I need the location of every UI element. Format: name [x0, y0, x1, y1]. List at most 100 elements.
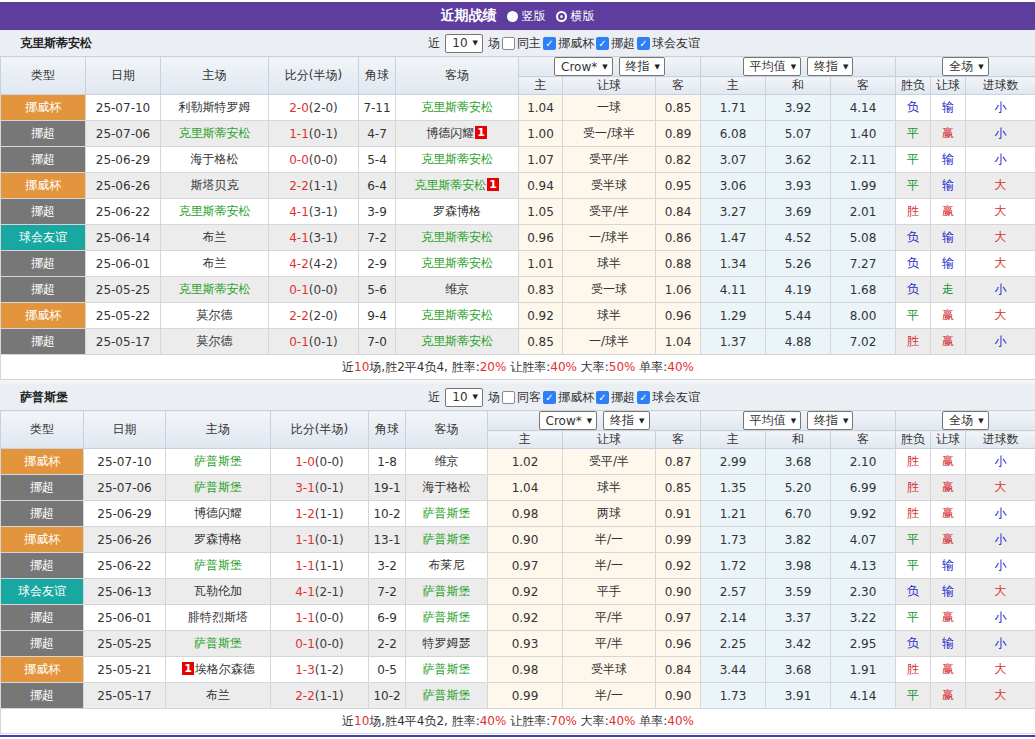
home-team-name[interactable]: 瓦勒伦加 — [194, 584, 242, 598]
away-team-name[interactable]: 克里斯蒂安松 — [421, 334, 493, 348]
home-team-cell: 布兰 — [161, 225, 269, 251]
away-team-cell: 萨普斯堡 — [406, 527, 488, 553]
matches-select[interactable]: 10▼ — [445, 34, 483, 53]
full-score: 4-2 — [289, 257, 309, 271]
avg-away-odds: 2.10 — [831, 449, 896, 475]
away-team-name[interactable]: 克里斯蒂安松 — [421, 152, 493, 166]
home-team-name[interactable]: 克里斯蒂安松 — [179, 282, 251, 296]
avg-draw-odds: 3.59 — [766, 579, 831, 605]
home-team-name[interactable]: 克里斯蒂安松 — [179, 204, 251, 218]
summary-segment: 单率: — [635, 714, 667, 728]
handicap-home-odds: 0.93 — [488, 631, 563, 657]
away-team-name[interactable]: 萨普斯堡 — [423, 506, 471, 520]
league-filter-checkbox[interactable]: ✓ — [596, 37, 609, 50]
home-team-name[interactable]: 腓特烈斯塔 — [188, 610, 248, 624]
radio-vertical-label: 竖版 — [522, 8, 546, 25]
league-filter-label: 挪威杯 — [558, 389, 594, 406]
home-team-name[interactable]: 萨普斯堡 — [194, 454, 242, 468]
league-filter-checkbox[interactable]: ✓ — [596, 391, 609, 404]
away-team-name[interactable]: 海于格松 — [423, 480, 471, 494]
radio-vertical-icon[interactable] — [507, 11, 518, 22]
odds-stage-select[interactable]: 终指▼ — [603, 411, 649, 430]
league-filter-checkbox[interactable]: ✓ — [543, 391, 556, 404]
matches-select[interactable]: 10▼ — [445, 388, 483, 407]
away-team-name[interactable]: 萨普斯堡 — [423, 662, 471, 676]
radio-vertical[interactable]: 竖版 — [507, 8, 546, 25]
home-team-name[interactable]: 埃格尔森德 — [195, 662, 255, 676]
odds-stage-select2[interactable]: 终指▼ — [807, 57, 853, 76]
radio-horizontal-icon[interactable] — [556, 11, 567, 22]
half-score: (2-1) — [315, 585, 344, 599]
period-select[interactable]: 全场▼ — [942, 57, 988, 76]
half-score: (1-1) — [315, 559, 344, 573]
same-venue-checkbox[interactable] — [502, 37, 515, 50]
away-team-name[interactable]: 克里斯蒂安松 — [421, 100, 493, 114]
handicap-result: 赢 — [931, 475, 966, 501]
away-team-name[interactable]: 维京 — [435, 454, 459, 468]
away-team-name[interactable]: 布莱尼 — [429, 558, 465, 572]
avg-home-odds: 1.73 — [701, 527, 766, 553]
bookmaker-select-value: Crow* — [546, 414, 582, 428]
league-filter-checkbox[interactable]: ✓ — [637, 37, 650, 50]
away-team-name[interactable]: 克里斯蒂安松 — [421, 308, 493, 322]
away-team-name[interactable]: 萨普斯堡 — [423, 584, 471, 598]
full-score: 1-1 — [295, 559, 315, 573]
home-team-name[interactable]: 莫尔德 — [197, 308, 233, 322]
home-team-name[interactable]: 博德闪耀 — [194, 506, 242, 520]
away-team-name[interactable]: 萨普斯堡 — [423, 688, 471, 702]
average-select[interactable]: 平均值▼ — [743, 411, 801, 430]
chevron-down-icon: ▼ — [602, 63, 607, 71]
summary-segment: 让胜率: — [506, 360, 550, 374]
away-team-name[interactable]: 萨普斯堡 — [423, 532, 471, 546]
avg-draw-odds: 5.44 — [766, 303, 831, 329]
odds-stage-select2-value: 终指 — [814, 412, 838, 429]
goals-result: 大 — [966, 251, 1035, 277]
home-team-cell: 萨普斯堡 — [166, 475, 271, 501]
home-team-name[interactable]: 利勒斯特罗姆 — [179, 100, 251, 114]
home-team-name[interactable]: 克里斯蒂安松 — [179, 126, 251, 140]
away-team-name[interactable]: 维京 — [445, 282, 469, 296]
away-team-cell: 罗森博格 — [396, 199, 519, 225]
home-team-name[interactable]: 斯塔贝克 — [191, 178, 239, 192]
away-team-name[interactable]: 罗森博格 — [433, 204, 481, 218]
full-score: 2-2 — [289, 179, 309, 193]
bookmaker-select[interactable]: Crow*▼ — [539, 411, 598, 430]
corner-cell: 7-2 — [359, 225, 396, 251]
handicap-away-odds: 0.90 — [656, 683, 701, 709]
away-team-name[interactable]: 特罗姆瑟 — [423, 636, 471, 650]
avg-home-odds: 3.06 — [701, 173, 766, 199]
league-filter-checkbox[interactable]: ✓ — [637, 391, 650, 404]
home-team-name[interactable]: 萨普斯堡 — [194, 558, 242, 572]
half-score: (0-1) — [315, 481, 344, 495]
odds-stage-select[interactable]: 终指▼ — [619, 57, 665, 76]
away-team-cell: 克里斯蒂安松 — [396, 251, 519, 277]
same-venue-checkbox[interactable] — [502, 391, 515, 404]
score-cell: 1-2(1-1) — [271, 501, 369, 527]
home-team-name[interactable]: 萨普斯堡 — [194, 480, 242, 494]
home-team-name[interactable]: 布兰 — [203, 256, 227, 270]
average-select[interactable]: 平均值▼ — [743, 57, 801, 76]
bookmaker-select[interactable]: Crow*▼ — [554, 57, 613, 76]
home-team-name[interactable]: 萨普斯堡 — [194, 636, 242, 650]
home-team-name[interactable]: 布兰 — [203, 230, 227, 244]
away-team-name[interactable]: 克里斯蒂安松 — [421, 256, 493, 270]
away-team-name[interactable]: 萨普斯堡 — [423, 610, 471, 624]
odds-stage-select2[interactable]: 终指▼ — [807, 411, 853, 430]
home-team-name[interactable]: 海于格松 — [191, 152, 239, 166]
handicap-away-odds: 0.96 — [656, 631, 701, 657]
away-team-name[interactable]: 克里斯蒂安松 — [421, 230, 493, 244]
summary-segment: 近 — [342, 360, 354, 374]
avg-away-odds: 2.95 — [831, 631, 896, 657]
away-team-name[interactable]: 博德闪耀 — [426, 126, 474, 140]
handicap-home-odds: 0.99 — [488, 683, 563, 709]
handicap-group-header: Crow*▼ 终指▼ — [519, 57, 701, 77]
home-team-name[interactable]: 罗森博格 — [194, 532, 242, 546]
handicap-result: 输 — [931, 579, 966, 605]
match-row: 挪超25-06-29博德闪耀1-2(1-1)10-2萨普斯堡0.98两球0.91… — [1, 501, 1035, 527]
home-team-name[interactable]: 莫尔德 — [197, 334, 233, 348]
league-filter-checkbox[interactable]: ✓ — [543, 37, 556, 50]
radio-horizontal[interactable]: 横版 — [556, 8, 595, 25]
away-team-name[interactable]: 克里斯蒂安松 — [414, 178, 486, 192]
home-team-name[interactable]: 布兰 — [206, 688, 230, 702]
period-select[interactable]: 全场▼ — [942, 411, 988, 430]
